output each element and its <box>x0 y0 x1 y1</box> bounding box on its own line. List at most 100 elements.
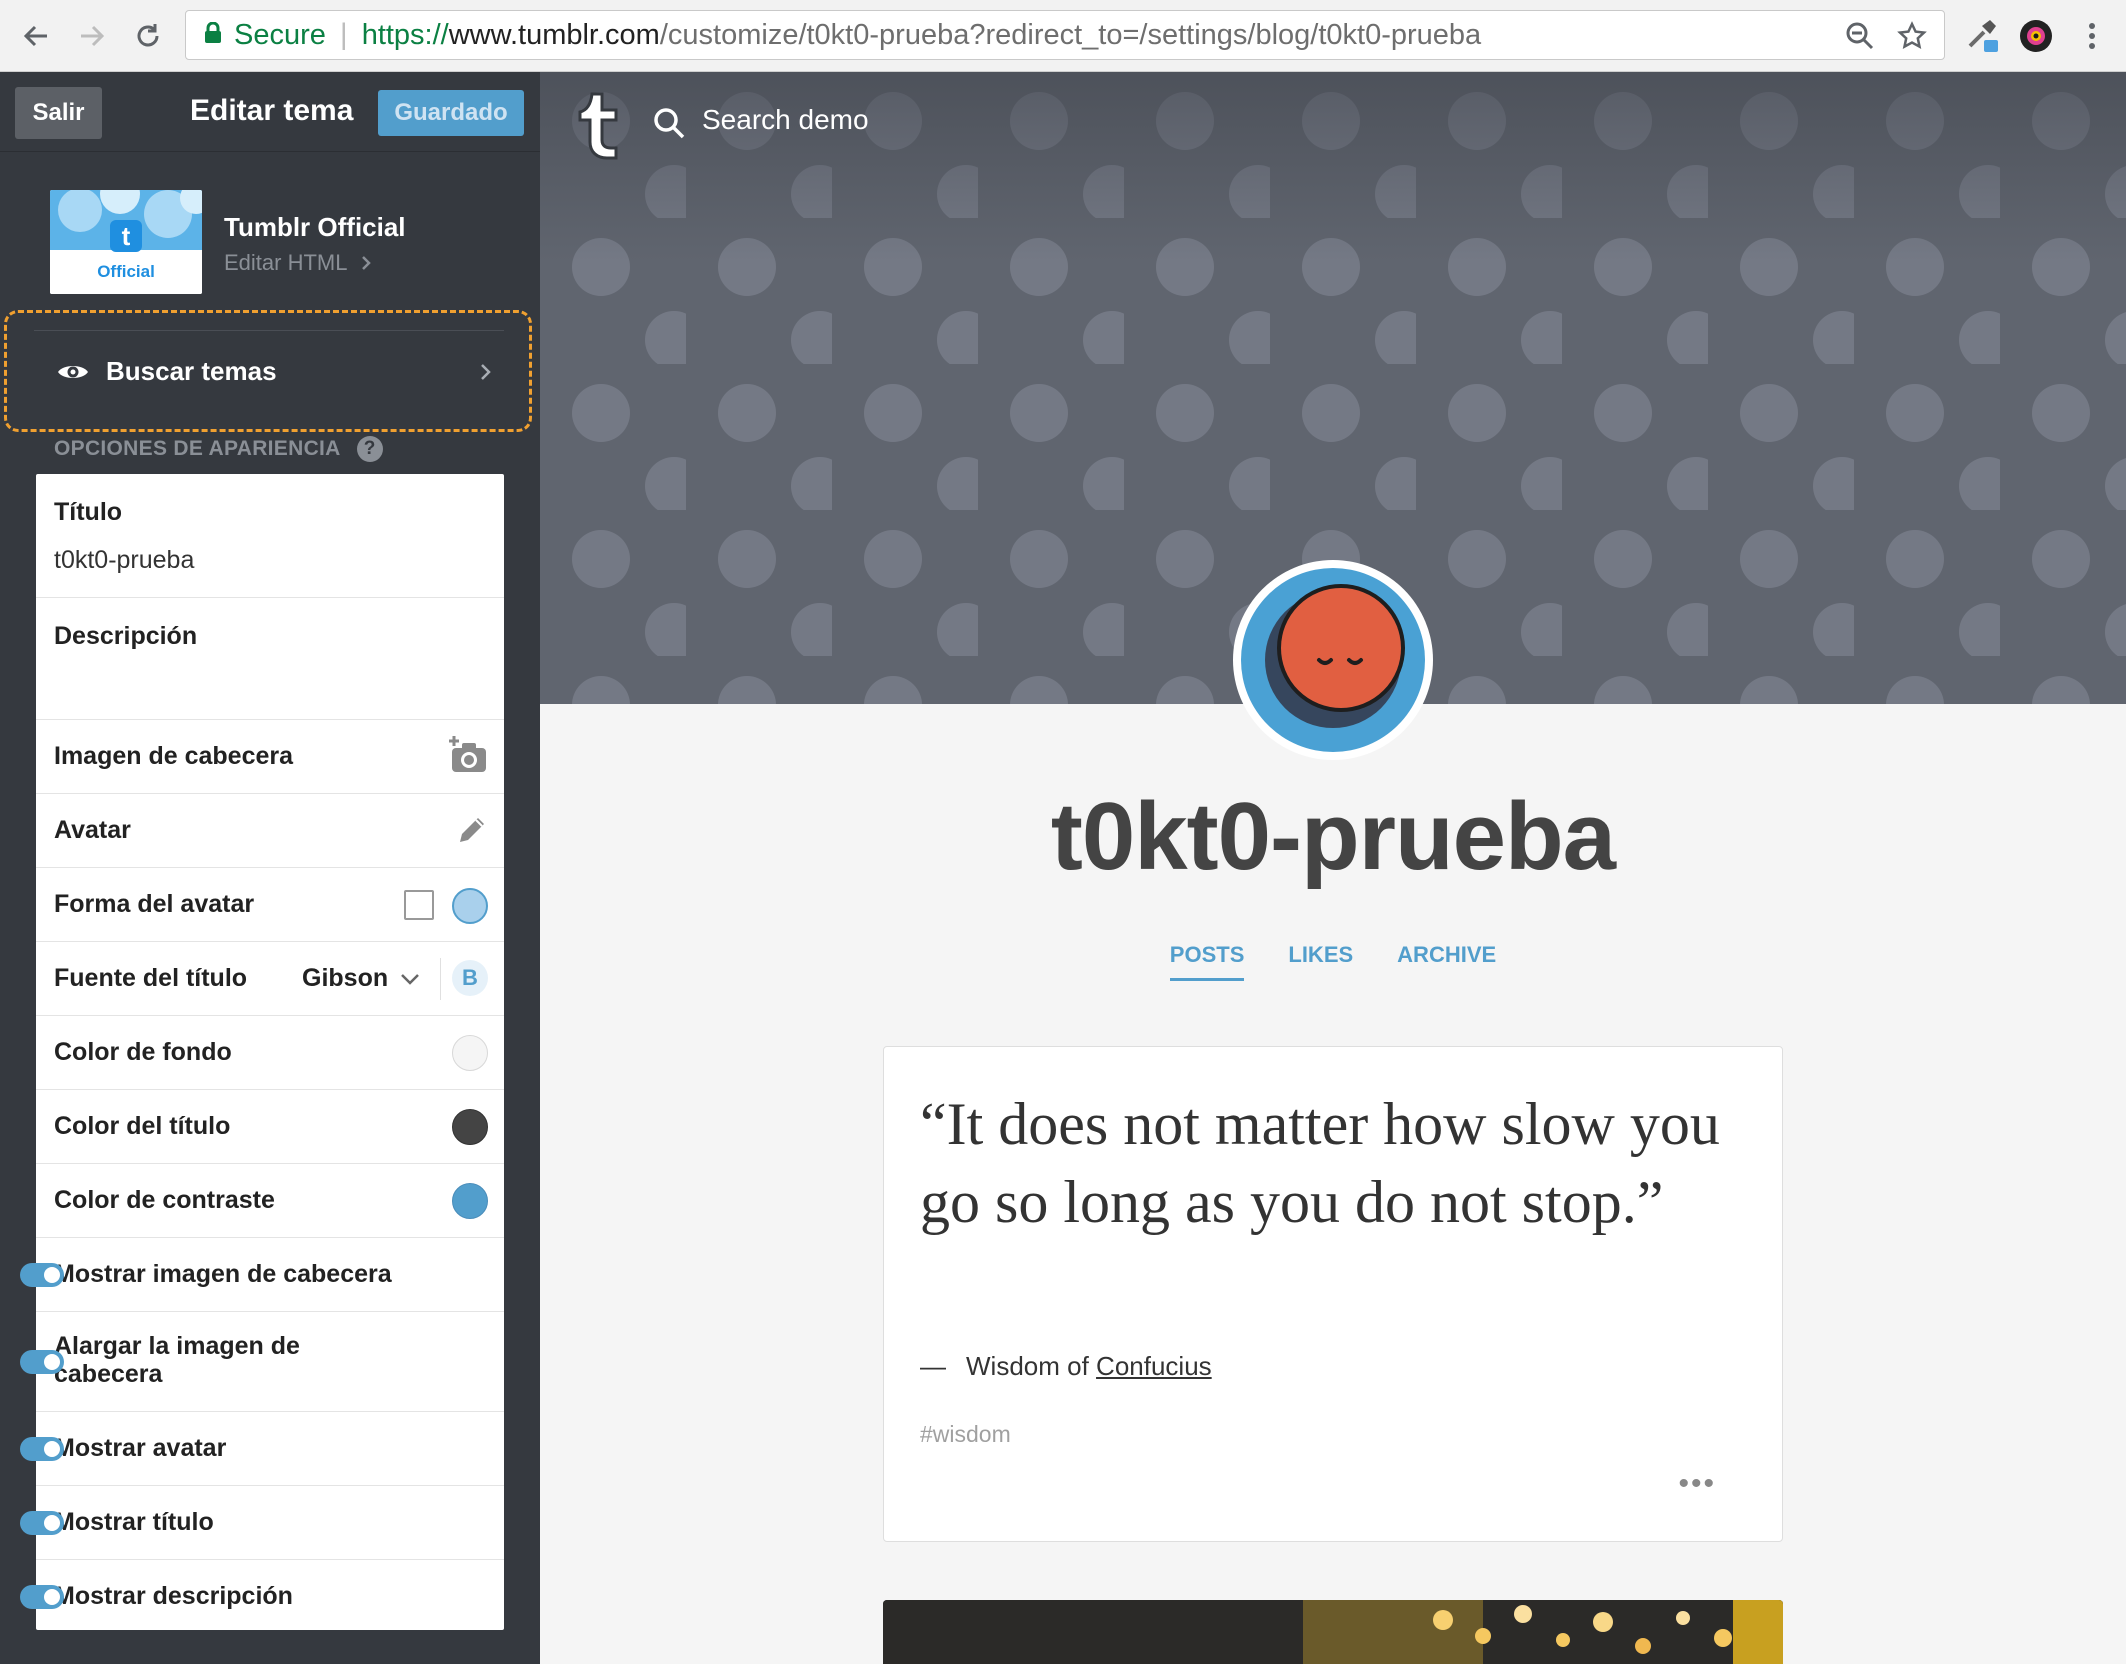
source-prefix: Wisdom of <box>966 1351 1089 1381</box>
source-link[interactable]: Confucius <box>1096 1351 1212 1381</box>
show-description-label: Mostrar descripción <box>54 1582 293 1610</box>
title-color-swatch[interactable] <box>452 1109 488 1145</box>
title-field-value[interactable]: t0kt0-prueba <box>54 546 194 575</box>
title-field-label: Título <box>54 498 123 526</box>
more-options-icon[interactable]: ••• <box>1678 1467 1716 1501</box>
font-divider <box>440 958 441 1000</box>
bg-color-label: Color de fondo <box>54 1038 232 1066</box>
chevron-down-icon <box>401 973 419 985</box>
circle-shape-option[interactable] <box>452 888 488 924</box>
stretch-header-row: Alargar la imagen de cabecera <box>20 1312 504 1412</box>
avatar-label: Avatar <box>54 816 131 844</box>
address-bar[interactable]: Secure | https:// www.tumblr.com /custom… <box>185 10 1945 60</box>
browse-themes-button[interactable]: Buscar temas <box>34 330 504 412</box>
photo-post <box>883 1600 1783 1664</box>
forward-arrow-icon <box>81 25 105 47</box>
theme-thumbnail[interactable]: t Official <box>50 190 202 294</box>
pencil-icon[interactable] <box>456 814 488 846</box>
sidebar-title: Editar tema <box>190 94 354 127</box>
quote-source: — Wisdom of Confucius <box>920 1351 1212 1382</box>
eye-icon <box>58 365 88 378</box>
stretch-header-label: Alargar la imagen de cabecera <box>54 1332 300 1388</box>
sidebar-header: Salir Editar tema Guardado <box>0 72 540 152</box>
stretch-header-toggle[interactable] <box>20 1350 64 1374</box>
search-input[interactable]: Search demo <box>702 104 869 136</box>
zoom-icon[interactable] <box>1838 11 1882 59</box>
show-header-toggle[interactable] <box>20 1263 64 1287</box>
show-avatar-toggle[interactable] <box>20 1437 64 1461</box>
title-color-label: Color del título <box>54 1112 231 1140</box>
show-title-row: Mostrar título <box>20 1486 504 1560</box>
source-dash: — <box>920 1351 946 1381</box>
exit-button[interactable]: Salir <box>15 87 102 139</box>
edit-html-link[interactable]: Editar HTML <box>224 250 372 276</box>
post-tag[interactable]: #wisdom <box>920 1421 1011 1448</box>
customize-sidebar: Salir Editar tema Guardado t Official Tu… <box>0 72 540 1664</box>
extension-camera-icon[interactable] <box>2014 14 2058 58</box>
search-icon[interactable] <box>652 106 686 140</box>
title-font-value: Gibson <box>302 964 389 992</box>
tab-posts[interactable]: POSTS <box>1169 942 1245 981</box>
tab-archive[interactable]: ARCHIVE <box>1397 942 1496 981</box>
accent-color-swatch[interactable] <box>452 1183 488 1219</box>
header-image-label: Imagen de cabecera <box>54 742 294 770</box>
header-image-row[interactable]: Imagen de cabecera <box>36 720 504 794</box>
theme-name: Tumblr Official <box>224 212 406 242</box>
add-photo-icon[interactable] <box>448 736 488 774</box>
bg-color-row: Color de fondo <box>36 1016 504 1090</box>
theme-thumbnail-label: Official <box>97 262 155 281</box>
saved-button[interactable]: Guardado <box>378 90 524 136</box>
show-description-toggle[interactable] <box>20 1585 64 1609</box>
svg-text:t: t <box>122 221 131 251</box>
title-field-row[interactable]: Título t0kt0-prueba <box>36 474 504 598</box>
square-shape-option[interactable] <box>404 890 434 920</box>
show-description-row: Mostrar descripción <box>20 1560 504 1630</box>
url-scheme: https:// <box>361 18 449 51</box>
show-avatar-label: Mostrar avatar <box>54 1434 227 1462</box>
title-font-label: Fuente del título <box>54 964 248 992</box>
blog-avatar[interactable] <box>1233 560 1433 760</box>
help-icon[interactable]: ? <box>356 436 383 462</box>
accent-color-label: Color de contraste <box>54 1186 275 1214</box>
photo-post-image <box>883 1600 1783 1664</box>
show-header-label: Mostrar imagen de cabecera <box>54 1260 392 1288</box>
forward-button[interactable] <box>70 14 114 58</box>
avatar-row[interactable]: Avatar <box>36 794 504 868</box>
description-field-label: Descripción <box>54 622 198 650</box>
accent-color-row: Color de contraste <box>36 1164 504 1238</box>
reload-button[interactable] <box>126 14 170 58</box>
tumblr-logo-icon[interactable] <box>570 88 626 160</box>
address-separator: | <box>339 18 348 51</box>
show-avatar-row: Mostrar avatar <box>20 1412 504 1486</box>
url-path: /customize/t0kt0-prueba?redirect_to=/set… <box>659 18 1482 51</box>
title-color-row: Color del título <box>36 1090 504 1164</box>
chevron-right-icon <box>481 363 491 380</box>
browse-themes-label: Buscar temas <box>106 356 277 386</box>
extension-eyedropper-icon[interactable] <box>1960 14 2004 58</box>
bookmark-star-icon[interactable] <box>1890 11 1934 59</box>
description-field-row[interactable]: Descripción <box>36 598 504 720</box>
bold-toggle[interactable]: B <box>452 960 488 996</box>
secure-label: Secure <box>234 18 326 51</box>
title-font-dropdown[interactable]: Gibson <box>302 964 420 993</box>
bg-color-swatch[interactable] <box>452 1035 488 1071</box>
title-font-row: Fuente del título Gibson B <box>36 942 504 1016</box>
back-button[interactable] <box>14 14 58 58</box>
show-header-row: Mostrar imagen de cabecera <box>20 1238 504 1312</box>
browser-toolbar: Secure | https:// www.tumblr.com /custom… <box>0 0 2126 72</box>
blog-nav: POSTS LIKES ARCHIVE <box>540 942 2126 981</box>
lock-icon <box>204 19 222 52</box>
browser-menu-icon[interactable] <box>2070 14 2114 58</box>
appearance-options-heading: OPCIONES DE APARIENCIA ? <box>54 436 383 462</box>
appearance-options-panel: Título t0kt0-prueba Descripción Imagen d… <box>20 474 504 1630</box>
blog-preview: Search demo t0kt0-prueba POSTS LIKES ARC… <box>540 72 2126 1664</box>
edit-html-label: Editar HTML <box>224 250 348 275</box>
appearance-heading-label: OPCIONES DE APARIENCIA <box>54 437 341 460</box>
tab-likes[interactable]: LIKES <box>1288 942 1353 981</box>
chevron-right-icon <box>362 256 372 270</box>
avatar-image <box>1241 568 1425 752</box>
blog-title: t0kt0-prueba <box>1050 783 1616 890</box>
show-title-label: Mostrar título <box>54 1508 214 1536</box>
url-host: www.tumblr.com <box>448 18 660 51</box>
show-title-toggle[interactable] <box>20 1511 64 1535</box>
